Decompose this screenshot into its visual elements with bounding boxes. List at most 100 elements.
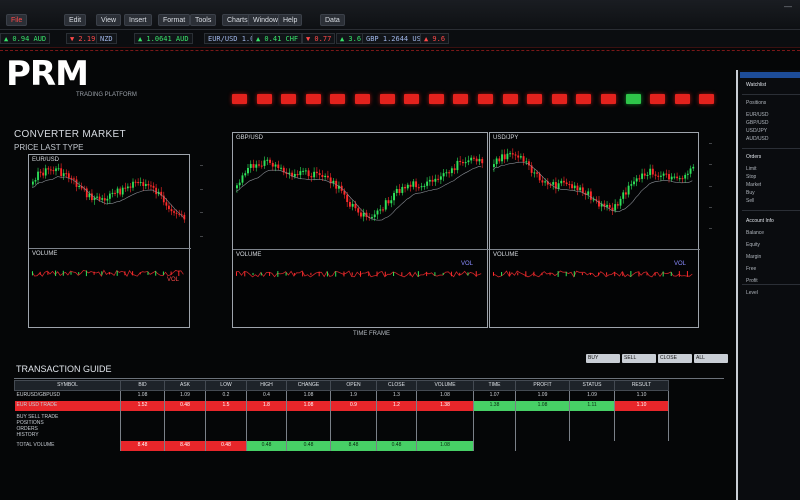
candle-body bbox=[401, 186, 404, 193]
ticker-item[interactable]: ▲ 9.6 bbox=[420, 33, 450, 44]
ticker-item[interactable]: ▲ 3.6 bbox=[336, 33, 366, 44]
indicator-light[interactable] bbox=[330, 94, 345, 104]
column-header[interactable]: OPEN bbox=[330, 380, 377, 391]
column-header[interactable]: TIME bbox=[473, 380, 516, 391]
column-header[interactable]: LOW bbox=[205, 380, 247, 391]
ticker-item[interactable]: ▲ 0.41 CHF bbox=[252, 33, 303, 44]
indicator-light[interactable] bbox=[650, 94, 665, 104]
column-header[interactable]: BID bbox=[120, 380, 165, 391]
table-row[interactable]: EUR USD TRADE 1.52 0.48 1.5 1.8 1.08 0.9 1.2 1.3… bbox=[14, 400, 669, 411]
sidebar-item-limit[interactable]: Limit bbox=[746, 166, 757, 172]
sidebar-separator bbox=[742, 94, 800, 95]
indicator-light[interactable] bbox=[478, 94, 493, 104]
candle-body bbox=[459, 160, 462, 162]
chart-panel-3[interactable]: USD/JPY VOLUME VOL — — — — — bbox=[489, 132, 712, 328]
menu-edit[interactable]: Edit bbox=[64, 14, 87, 26]
menu-help[interactable]: Help bbox=[278, 14, 303, 26]
sidebar-item-account-info[interactable]: Account Info bbox=[746, 218, 774, 224]
toolbar-buy-button[interactable]: BUY bbox=[586, 354, 620, 363]
menu-data[interactable]: Data bbox=[320, 14, 345, 26]
indicator-light[interactable] bbox=[257, 94, 272, 104]
indicator-light[interactable] bbox=[576, 94, 591, 104]
candle-body bbox=[576, 185, 579, 191]
toolbar-sell-button[interactable]: SELL bbox=[622, 354, 656, 363]
ticker-item[interactable]: ▼ 0.77 bbox=[302, 33, 336, 44]
indicator-light[interactable] bbox=[527, 94, 542, 104]
ticker-item[interactable]: ▲ 1.0641 AUD bbox=[134, 33, 193, 44]
sidebar-item-orders[interactable]: Orders bbox=[746, 154, 761, 160]
indicator-light[interactable] bbox=[232, 94, 247, 104]
sidebar-item-sell[interactable]: Sell bbox=[746, 198, 754, 204]
ticker-item[interactable]: GBP 1.2644 USD bbox=[362, 33, 430, 44]
candle-body bbox=[37, 171, 39, 181]
chart-panel-1[interactable]: EUR/USD VOLUME VOL — — — — bbox=[28, 154, 203, 328]
ticker-item[interactable]: ▲ 0.94 AUD bbox=[0, 33, 51, 44]
menu-format[interactable]: Format bbox=[158, 14, 191, 26]
indicator-light[interactable] bbox=[503, 94, 518, 104]
candle-body bbox=[296, 174, 299, 176]
toolbar-all-button[interactable]: ALL bbox=[694, 354, 728, 363]
indicator-light[interactable] bbox=[355, 94, 370, 104]
column-header[interactable]: CLOSE bbox=[376, 380, 417, 391]
sidebar-item-eur-usd[interactable]: EUR/USD bbox=[746, 112, 769, 118]
indicator-light[interactable] bbox=[429, 94, 444, 104]
menu-insert[interactable]: Insert bbox=[124, 14, 152, 26]
column-header[interactable]: VOLUME bbox=[416, 380, 474, 391]
sidebar-item-buy[interactable]: Buy bbox=[746, 190, 755, 196]
candle-body bbox=[404, 186, 407, 189]
sidebar-item-positions[interactable]: Positions bbox=[746, 100, 766, 106]
candle-body bbox=[238, 182, 241, 186]
sidebar-item-usd-jpy[interactable]: USD/JPY bbox=[746, 128, 767, 134]
sidebar-tab[interactable] bbox=[740, 72, 800, 78]
indicator-light[interactable] bbox=[699, 94, 714, 104]
sidebar-item-equity[interactable]: Equity bbox=[746, 242, 760, 248]
sidebar-item-watchlist[interactable]: Watchlist bbox=[746, 82, 766, 88]
column-header[interactable]: HIGH bbox=[246, 380, 287, 391]
candle-body bbox=[464, 162, 467, 164]
candle-body bbox=[560, 180, 563, 184]
table-row[interactable]: EURUSD/GBPUSD 1.08 1.09 0.2 0.4 1.08 1.9 1.3 1.0… bbox=[14, 390, 669, 401]
sidebar-item-free[interactable]: Free bbox=[746, 266, 756, 272]
column-header[interactable]: STATUS bbox=[569, 380, 615, 391]
menu-tools[interactable]: Tools bbox=[190, 14, 217, 26]
column-header[interactable]: CHANGE bbox=[286, 380, 331, 391]
panel-subtitle: VOLUME bbox=[493, 252, 519, 258]
table-cell: 1.38 bbox=[473, 400, 516, 411]
candlestick-chart bbox=[492, 148, 695, 278]
menu-view[interactable]: View bbox=[96, 14, 122, 26]
indicator-light[interactable] bbox=[380, 94, 395, 104]
column-header[interactable]: PROFIT bbox=[515, 380, 570, 391]
sidebar-item-gbp-usd[interactable]: GBP/USD bbox=[746, 120, 769, 126]
candle-body bbox=[651, 168, 654, 175]
indicator-light[interactable] bbox=[404, 94, 419, 104]
column-header[interactable]: ASK bbox=[164, 380, 206, 391]
sidebar-item-market[interactable]: Market bbox=[746, 182, 761, 188]
sidebar-item-balance[interactable]: Balance bbox=[746, 230, 764, 236]
column-header[interactable]: RESULT bbox=[614, 380, 669, 391]
sidebar-item-margin[interactable]: Margin bbox=[746, 254, 761, 260]
menu-file[interactable]: File bbox=[6, 14, 28, 26]
volume-line bbox=[31, 269, 184, 278]
table-cell bbox=[416, 410, 474, 441]
sidebar-item-aud-usd[interactable]: AUD/USD bbox=[746, 136, 769, 142]
indicator-light[interactable] bbox=[453, 94, 468, 104]
indicator-light[interactable] bbox=[306, 94, 321, 104]
indicator-light[interactable] bbox=[601, 94, 616, 104]
sidebar-item-level[interactable]: Level bbox=[746, 290, 758, 296]
chart-panel-2[interactable]: GBP/USD VOLUME TIME FRAME VOL ————— bbox=[232, 132, 501, 337]
minimize-icon[interactable]: — bbox=[784, 2, 796, 12]
candle-body bbox=[511, 153, 514, 155]
candle-body bbox=[85, 188, 88, 198]
candle-body bbox=[514, 154, 517, 156]
indicator-light[interactable] bbox=[675, 94, 690, 104]
sidebar-item-stop[interactable]: Stop bbox=[746, 174, 756, 180]
volume-bar bbox=[116, 270, 118, 276]
indicator-light[interactable] bbox=[552, 94, 567, 104]
indicator-light[interactable] bbox=[281, 94, 296, 104]
toolbar-close-button[interactable]: CLOSE bbox=[658, 354, 692, 363]
sidebar-separator bbox=[742, 284, 800, 285]
column-header[interactable]: SYMBOL bbox=[14, 380, 121, 391]
indicator-light[interactable] bbox=[626, 94, 641, 104]
ticker-item[interactable]: NZD bbox=[96, 33, 117, 44]
ticker-item[interactable]: ▼ 2.19 bbox=[66, 33, 100, 44]
